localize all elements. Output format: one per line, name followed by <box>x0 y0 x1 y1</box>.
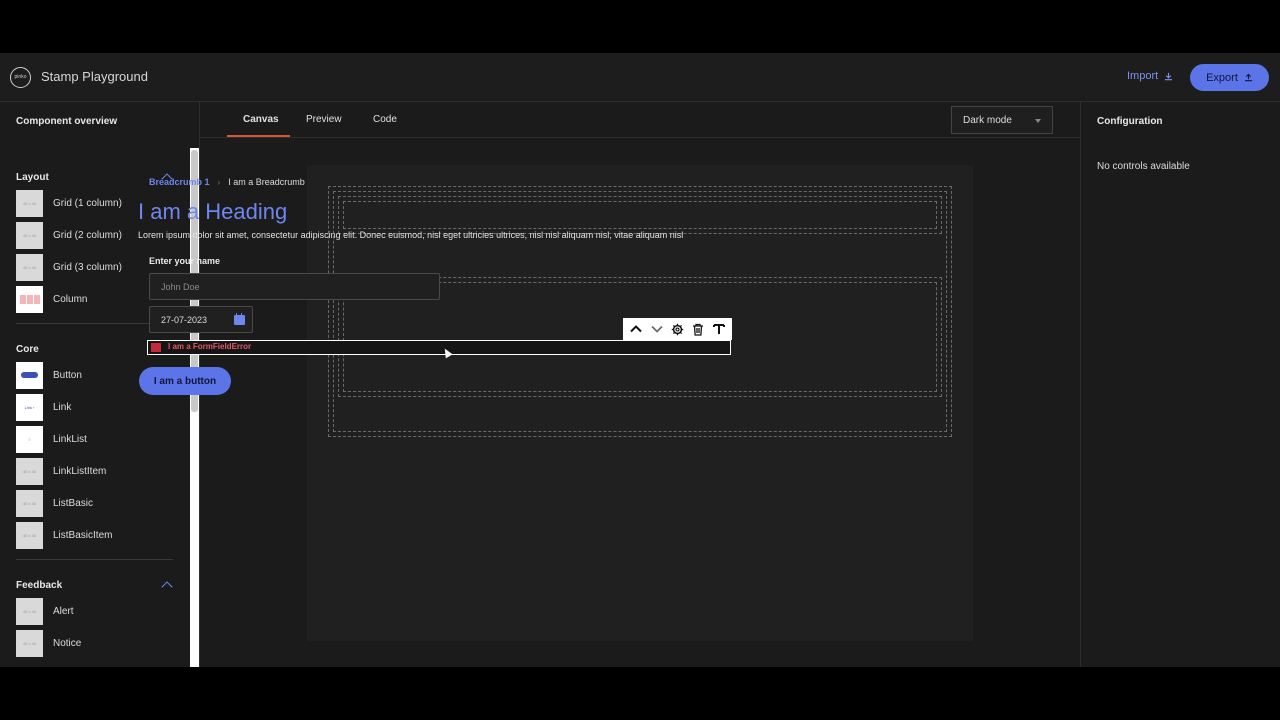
date-input-value: 27-07-2023 <box>161 315 208 325</box>
app-header: pinko Stamp Playground Import Export <box>0 53 1280 102</box>
thumbnail: 40 x 40 <box>16 189 43 217</box>
breadcrumb: Breadcrumb 1 › I am a Breadcrumb <box>149 177 305 187</box>
sidebar-item-listbasic[interactable]: 40 x 40 ListBasic <box>16 487 173 519</box>
thumbnail: 40 x 40 <box>16 489 43 517</box>
sidebar-item-label: Button <box>53 369 82 381</box>
sidebar-item-label: LinkListItem <box>53 465 107 477</box>
thumbnail: 40 x 40 <box>16 253 43 281</box>
sidebar-item-linklistitem[interactable]: 40 x 40 LinkListItem <box>16 455 173 487</box>
divider <box>16 559 173 560</box>
app-title: Stamp Playground <box>41 69 148 84</box>
element-toolbar <box>623 318 732 340</box>
import-button[interactable]: Import <box>1127 70 1173 82</box>
text-icon[interactable] <box>711 321 727 337</box>
sidebar-section-feedback: Feedback 40 x 40 Alert 40 x 40 Notice <box>16 575 173 659</box>
breadcrumb-outline[interactable] <box>343 201 937 229</box>
breadcrumb-current: I am a Breadcrumb <box>228 177 305 187</box>
sidebar-item-label: Grid (1 column) <box>53 197 122 209</box>
tab-canvas[interactable]: Canvas <box>243 114 279 125</box>
date-input[interactable]: 27-07-2023 <box>149 306 253 333</box>
button-thumbnail <box>16 361 43 389</box>
app-window: pinko Stamp Playground Import Export Com… <box>0 53 1280 667</box>
import-label: Import <box>1127 70 1159 82</box>
error-icon <box>151 343 161 352</box>
section-toggle-feedback[interactable]: Feedback <box>16 575 173 595</box>
export-button[interactable]: Export <box>1190 64 1269 91</box>
export-label: Export <box>1206 71 1238 84</box>
calendar-icon[interactable] <box>234 313 245 325</box>
name-field-label: Enter your name <box>149 256 221 266</box>
breadcrumb-link[interactable]: Breadcrumb 1 <box>149 177 210 187</box>
sidebar-title: Component overview <box>16 116 118 127</box>
section-label: Feedback <box>16 579 63 591</box>
theme-mode-select[interactable]: Dark mode <box>951 106 1053 134</box>
sidebar-item-label: Notice <box>53 637 82 649</box>
chevron-up-icon <box>161 581 173 593</box>
tab-code[interactable]: Code <box>373 114 397 125</box>
sidebar-item-label: Grid (3 column) <box>53 261 122 273</box>
thumbnail: 40 x 40 <box>16 221 43 249</box>
sidebar-item-label: Grid (2 column) <box>53 229 122 241</box>
form-field-error[interactable]: I am a FormFieldError <box>147 340 731 355</box>
caret-down-icon <box>1035 119 1041 123</box>
section-label: Layout <box>16 171 49 183</box>
form-field-error-text: I am a FormFieldError <box>168 342 252 351</box>
configuration-panel: Configuration No controls available <box>1080 102 1280 667</box>
logo-icon: pinko <box>10 67 31 88</box>
section-label: Core <box>16 343 39 355</box>
chevron-right-icon: › <box>217 177 221 187</box>
sidebar-item-link[interactable]: Link › Link <box>16 391 173 423</box>
upload-icon <box>1244 73 1252 82</box>
sidebar-item-label: Column <box>53 293 88 305</box>
thumbnail: 40 x 40 <box>16 597 43 625</box>
download-icon <box>1165 72 1173 80</box>
move-down-icon[interactable] <box>649 321 665 337</box>
sidebar-item-listbasicitem[interactable]: 40 x 40 ListBasicItem <box>16 519 173 551</box>
canvas-paragraph[interactable]: Lorem ipsum dolor sit amet, consectetur … <box>138 230 683 240</box>
sidebar-item-linklist[interactable]: ≡ LinkList <box>16 423 173 455</box>
link-thumbnail: Link › <box>16 393 43 421</box>
sidebar-item-label: ListBasic <box>53 497 94 509</box>
sidebar-item-alert[interactable]: 40 x 40 Alert <box>16 595 173 627</box>
mode-select-value: Dark mode <box>963 115 1012 126</box>
configuration-title: Configuration <box>1097 116 1163 127</box>
settings-icon[interactable] <box>669 321 685 337</box>
sidebar-scrollbar[interactable] <box>190 148 199 667</box>
view-tabs: Canvas Preview Code Dark mode <box>200 102 1080 138</box>
thumbnail: 40 x 40 <box>16 629 43 657</box>
canvas-button[interactable]: I am a button <box>139 367 231 395</box>
delete-icon[interactable] <box>690 321 706 337</box>
linklist-thumbnail: ≡ <box>16 425 43 453</box>
sidebar-item-label: ListBasicItem <box>53 529 113 541</box>
thumbnail: 40 x 40 <box>16 521 43 549</box>
sidebar-item-label: Link <box>53 401 72 413</box>
canvas-heading[interactable]: I am a Heading <box>138 199 287 225</box>
column-thumbnail <box>16 285 43 313</box>
configuration-empty-state: No controls available <box>1097 161 1190 172</box>
sidebar-section-layout: Layout 40 x 40 Grid (1 column) 40 x 40 Gri… <box>16 167 173 324</box>
name-input[interactable]: John Doe <box>149 273 440 300</box>
sidebar-item-notice[interactable]: 40 x 40 Notice <box>16 627 173 659</box>
tab-preview[interactable]: Preview <box>306 114 342 125</box>
sidebar-item-label: LinkList <box>53 433 87 445</box>
name-input-placeholder: John Doe <box>161 282 200 292</box>
thumbnail: 40 x 40 <box>16 457 43 485</box>
active-tab-indicator <box>227 135 290 137</box>
sidebar-item-label: Alert <box>53 605 74 617</box>
move-up-icon[interactable] <box>628 321 644 337</box>
